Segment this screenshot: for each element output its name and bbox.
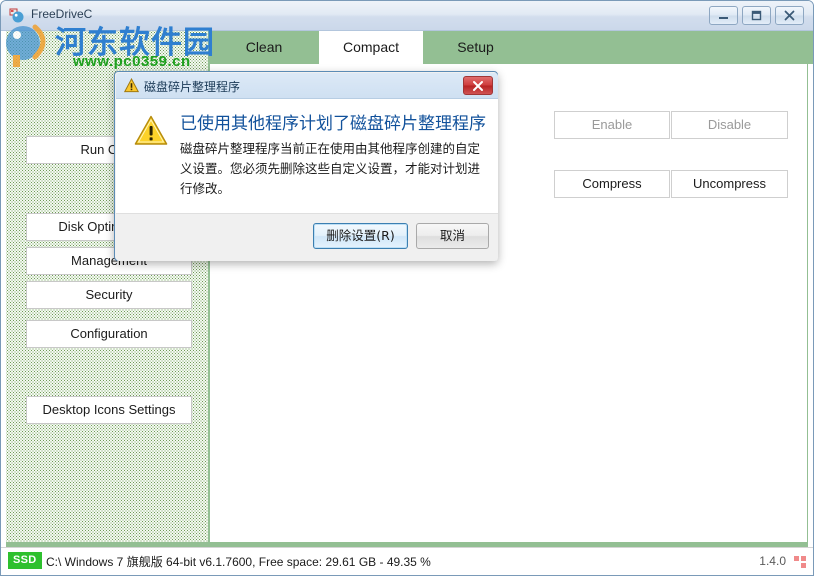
application-window: FreeDriveC Run CMD Disk Optimization Man…	[0, 0, 814, 576]
maximize-button[interactable]	[742, 6, 771, 25]
delete-settings-button[interactable]: 删除设置(R)	[313, 223, 408, 249]
status-bar-text: C:\ Windows 7 旗舰版 64-bit v6.1.7600, Free…	[46, 555, 431, 569]
dialog-title: 磁盘碎片整理程序	[144, 80, 241, 94]
title-bar: FreeDriveC	[1, 1, 813, 31]
resize-grip-icon[interactable]	[794, 556, 809, 571]
tab-strip: Clean Compact Setup	[209, 31, 813, 64]
dialog-message: 磁盘碎片整理程序当前正在使用由其他程序创建的自定义设置。您必须先删除这些自定义设…	[180, 141, 481, 196]
sidebar-item-desktop-icons-settings[interactable]: Desktop Icons Settings	[26, 396, 192, 424]
version-label: 1.4.0	[759, 554, 786, 568]
dialog-footer: 删除设置(R) 取消	[116, 213, 498, 261]
tab-clean[interactable]: Clean	[209, 31, 319, 64]
defrag-warning-dialog: 磁盘碎片整理程序 已使用其他程序计划了磁盘碎片整理程序 磁盘碎片整理程序当前正在…	[114, 71, 498, 261]
dialog-title-bar: 磁盘碎片整理程序	[116, 73, 498, 99]
app-icon	[9, 7, 26, 24]
minimize-button[interactable]	[709, 6, 738, 25]
dialog-body: 已使用其他程序计划了磁盘碎片整理程序 磁盘碎片整理程序当前正在使用由其他程序创建…	[116, 99, 498, 213]
compress-button[interactable]: Compress	[554, 170, 670, 198]
sidebar-item-configuration[interactable]: Configuration	[26, 320, 192, 348]
warning-triangle-icon	[134, 115, 168, 146]
enable-button[interactable]: Enable	[554, 111, 670, 139]
tab-compact[interactable]: Compact	[319, 31, 423, 64]
close-button[interactable]	[775, 6, 804, 25]
warning-icon	[123, 77, 140, 93]
ssd-badge: SSD	[8, 552, 42, 569]
window-title: FreeDriveC	[31, 7, 93, 21]
status-bar: SSD C:\ Windows 7 旗舰版 64-bit v6.1.7600, …	[1, 547, 813, 575]
tab-setup[interactable]: Setup	[423, 31, 528, 64]
uncompress-button[interactable]: Uncompress	[671, 170, 788, 198]
dialog-heading: 已使用其他程序计划了磁盘碎片整理程序	[180, 114, 486, 134]
cancel-button[interactable]: 取消	[416, 223, 489, 249]
disable-button[interactable]: Disable	[671, 111, 788, 139]
sidebar-item-security[interactable]: Security	[26, 281, 192, 309]
dialog-close-icon[interactable]	[463, 76, 493, 95]
